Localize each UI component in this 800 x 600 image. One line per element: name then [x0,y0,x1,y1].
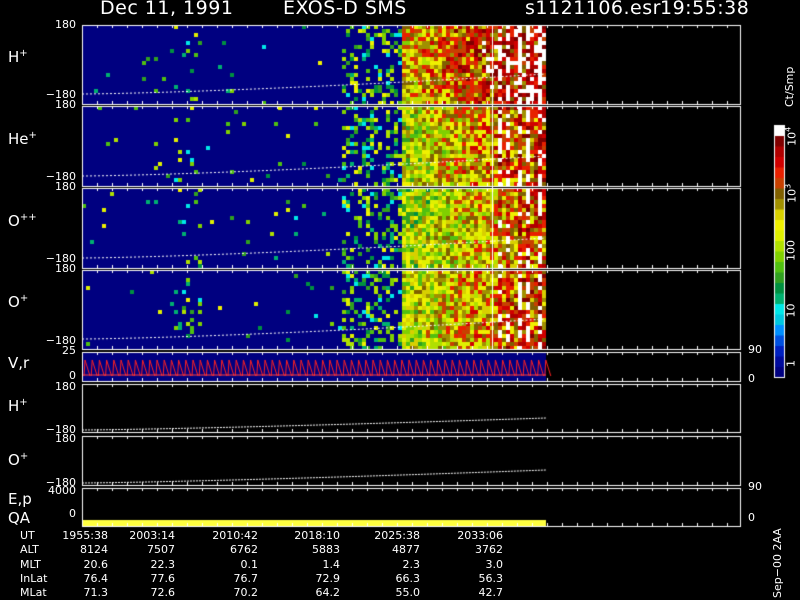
file-name: s1121106.esr [525,0,661,19]
colorbar-tick-10: 10 [784,303,798,318]
ephemeris-cell: 2018:10 [294,529,340,542]
ephemeris-row-label: MLT [20,557,41,571]
ephemeris-cell: 3.0 [485,557,504,571]
right-tick-otrack: 90 [748,480,762,493]
ytick-he-max: 180 [55,98,76,111]
panel-label-qa: QA [8,509,31,527]
version-stamp: Sep−00 2AA [771,528,784,598]
ephemeris-cell: 1955:38 [62,529,108,542]
ephemeris-cell: 2003:14 [129,529,175,542]
ephemeris-row-label: UT [20,529,35,542]
ytick-otrack-max: 180 [55,432,76,445]
panel-label-vr: V,r [8,354,30,372]
ephemeris-row-label: InLat [20,571,48,585]
panel-label-o-track: O+ [8,451,29,469]
right-tick-vr-bottom: 0 [748,372,755,385]
ephemeris-cell: 20.6 [83,557,109,571]
panel-label-ep: E,p [8,490,32,508]
ephemeris-cell: 66.3 [395,571,421,585]
ephemeris-cell: 5883 [312,543,340,557]
ephemeris-cell: 72.9 [315,571,341,585]
plot-time: 19:55:38 [660,0,750,19]
colorbar-tick-1: 1 [784,360,798,367]
colorbar-unit: Ct/Smp [783,66,796,107]
instrument-name: EXOS-D SMS [283,0,407,19]
ephemeris-cell: 2010:42 [212,529,258,542]
ephemeris-cell: 56.3 [478,571,504,585]
ytick-ep-top: 4000 [48,484,76,497]
ephemeris-cell: 64.2 [315,586,341,600]
colorbar-tick-10000: 104 [783,126,799,146]
ephemeris-cell: 2.3 [402,557,421,571]
ephemeris-row-label: ALT [20,543,39,557]
ephemeris-cell: 7507 [147,543,175,557]
ephemeris-cell: 3762 [475,543,503,557]
panel-label-o-plus-plus: O++ [8,212,37,230]
ephemeris-cell: 4877 [392,543,420,557]
right-tick-vr-top: 90 [748,343,762,356]
ephemeris-cell: 22.3 [150,557,176,571]
ephemeris-cell: 2025:38 [374,529,420,542]
panel-label-h-track: H+ [8,397,28,415]
ephemeris-cell: 72.6 [150,586,176,600]
plot-date: Dec 11, 1991 [100,0,234,19]
ytick-htrack-max: 180 [55,380,76,393]
ephemeris-cell: 55.0 [395,586,421,600]
ephemeris-cell: 6762 [230,543,258,557]
ephemeris-cell: 8124 [80,543,108,557]
ephemeris-cell: 76.4 [83,571,109,585]
ephemeris-cell: 0.1 [240,557,259,571]
ephemeris-cell: 42.7 [478,586,504,600]
ytick-ep-bottom: 0 [69,507,76,520]
ytick-op-max: 180 [55,262,76,275]
spectrogram-canvas [0,0,800,600]
ephemeris-row-label: MLat [20,586,47,600]
panel-label-o-plus: O+ [8,293,29,311]
colorbar-tick-100: 100 [784,240,798,261]
ytick-h-max: 180 [55,18,76,31]
ephemeris-cell: 71.3 [83,586,109,600]
ephemeris-cell: 76.7 [233,571,259,585]
right-tick-ep-bottom: 0 [748,511,755,524]
ephemeris-cell: 2033:06 [457,529,503,542]
ytick-vr-top: 25 [62,344,76,357]
ephemeris-cell: 1.4 [322,557,341,571]
ephemeris-cell: 77.6 [150,571,176,585]
colorbar-tick-1000: 103 [783,183,799,203]
panel-label-h-plus: H+ [8,48,28,66]
panel-label-he-plus: He+ [8,130,37,148]
ephemeris-cell: 70.2 [233,586,259,600]
ytick-opp-max: 180 [55,180,76,193]
